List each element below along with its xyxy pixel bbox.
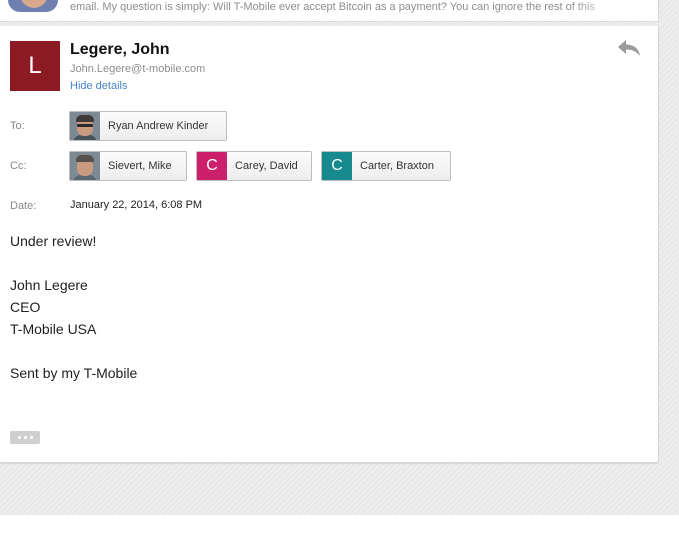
to-label: To:: [10, 120, 25, 132]
recipient-chip-carey-david[interactable]: C Carey, David: [196, 151, 312, 181]
bottom-strip: [0, 515, 679, 535]
recipient-initial-avatar: C: [197, 152, 227, 180]
recipient-name: Carter, Braxton: [360, 160, 434, 172]
cc-label: Cc:: [10, 160, 27, 172]
sender-avatar: L: [10, 41, 60, 91]
signature-company: T-Mobile USA: [10, 321, 97, 337]
recipient-chip-carter-braxton[interactable]: C Carter, Braxton: [321, 151, 451, 181]
email-thread-view: email. My question is simply: Will T-Mob…: [0, 0, 679, 535]
previous-sender-avatar: [8, 0, 58, 12]
recipient-chip-ryan-andrew-kinder[interactable]: Ryan Andrew Kinder: [69, 111, 227, 141]
previous-message-card[interactable]: email. My question is simply: Will T-Mob…: [0, 0, 659, 22]
date-value: January 22, 2014, 6:08 PM: [70, 199, 203, 211]
signature-title: CEO: [10, 299, 41, 315]
message-card: L Legere, John John.Legere@t-mobile.com …: [0, 26, 659, 463]
body-line: Under review!: [10, 233, 97, 249]
sender-name: Legere, John: [70, 41, 170, 58]
sender-email: John.Legere@t-mobile.com: [70, 63, 206, 75]
recipient-name: Ryan Andrew Kinder: [108, 120, 209, 132]
recipient-initial-avatar: C: [322, 152, 352, 180]
recipient-chip-sievert-mike[interactable]: Sievert, Mike: [69, 151, 187, 181]
reply-icon[interactable]: [616, 37, 642, 59]
previous-message-snippet: email. My question is simply: Will T-Mob…: [70, 0, 630, 14]
more-options-icon[interactable]: [10, 431, 40, 444]
recipient-name: Sievert, Mike: [108, 160, 172, 172]
recipient-photo: [70, 112, 100, 140]
date-label: Date:: [10, 200, 37, 212]
signature-name: John Legere: [10, 277, 88, 293]
hide-details-link[interactable]: Hide details: [70, 80, 127, 92]
recipient-name: Carey, David: [235, 160, 298, 172]
signature-sent-by: Sent by my T-Mobile: [10, 365, 138, 381]
recipient-photo: [70, 152, 100, 180]
